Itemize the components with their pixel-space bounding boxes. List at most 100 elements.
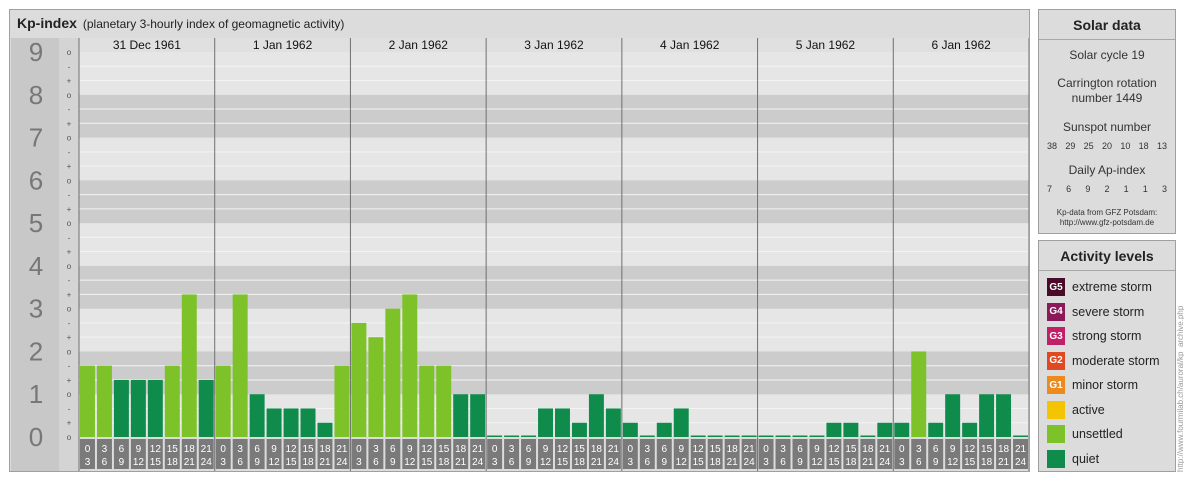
kp-bar: [419, 365, 435, 437]
interval-end-label: 9: [661, 457, 667, 468]
kp-bar: [368, 337, 384, 437]
kp-bar: [588, 394, 604, 437]
y-minor-label: o: [67, 91, 72, 100]
kp-bar: [453, 394, 469, 437]
kp-bar: [843, 422, 859, 437]
interval-end-label: 21: [319, 457, 331, 468]
interval-start-label: 12: [285, 444, 297, 455]
y-minor-label: -: [68, 191, 71, 200]
solar-data-title: Solar data: [1073, 17, 1141, 33]
interval-start-label: 0: [220, 444, 226, 455]
kp-bar: [928, 422, 944, 437]
kp-bar: [639, 435, 655, 437]
interval-start-label: 3: [916, 444, 922, 455]
y-minor-label: o: [67, 433, 72, 442]
kp-bar: [232, 294, 248, 437]
interval-start-label: 21: [744, 444, 756, 455]
interval-end-label: 18: [981, 457, 993, 468]
kp-bar: [792, 435, 808, 437]
interval-end-label: 12: [269, 457, 281, 468]
kp-bar: [181, 294, 197, 437]
divider: [1039, 270, 1175, 271]
interval-end-label: 15: [285, 457, 297, 468]
activity-levels-panel: Activity levels G5 extreme storm G4 severe …: [1038, 240, 1176, 472]
interval-end-label: 18: [438, 457, 450, 468]
kp-bar: [656, 422, 672, 437]
kp-bar: [487, 435, 503, 437]
kp-bar: [707, 435, 723, 437]
kp-bar: [317, 422, 333, 437]
interval-start-label: 18: [998, 444, 1010, 455]
interval-end-label: 24: [1015, 457, 1027, 468]
credit-link[interactable]: http://www.gfz-potsdam.de: [1039, 218, 1175, 228]
interval-start-label: 15: [845, 444, 857, 455]
interval-start-label: 0: [763, 444, 769, 455]
interval-start-label: 0: [899, 444, 905, 455]
y-minor-label: -: [68, 233, 71, 242]
y-tick-label: 2: [29, 336, 43, 366]
sunspot-value: 18: [1138, 141, 1149, 151]
interval-start-label: 18: [727, 444, 739, 455]
y-minor-label: -: [68, 319, 71, 328]
interval-end-label: 18: [302, 457, 314, 468]
day-label: 4 Jan 1962: [660, 38, 720, 52]
kp-band: [79, 52, 1029, 95]
kp-bar: [334, 365, 350, 437]
interval-start-label: 0: [628, 444, 634, 455]
legend-item-severe-storm: G4 severe storm: [1039, 300, 1175, 325]
interval-start-label: 21: [472, 444, 484, 455]
interval-start-label: 6: [797, 444, 803, 455]
interval-end-label: 21: [184, 457, 196, 468]
kp-bar: [911, 351, 927, 437]
y-minor-label: o: [67, 219, 72, 228]
ap-value: 7: [1047, 184, 1053, 194]
y-minor-label: o: [67, 48, 72, 57]
kp-bar: [351, 322, 367, 437]
interval-start-label: 3: [780, 444, 786, 455]
legend-swatch: G5: [1047, 278, 1065, 297]
interval-end-label: 15: [828, 457, 840, 468]
legend-swatch: G4: [1047, 302, 1065, 321]
y-minor-label: +: [67, 419, 72, 428]
legend-swatch: G2: [1047, 351, 1065, 370]
kp-bar: [877, 422, 893, 437]
interval-end-label: 12: [133, 457, 145, 468]
kp-bar: [826, 422, 842, 437]
interval-start-label: 6: [119, 444, 125, 455]
legend-swatch: G3: [1047, 327, 1065, 346]
divider: [1039, 39, 1175, 40]
interval-start-label: 9: [950, 444, 956, 455]
y-minor-label: +: [67, 376, 72, 385]
kp-bar: [673, 408, 689, 437]
interval-start-label: 12: [693, 444, 705, 455]
interval-end-label: 21: [862, 457, 874, 468]
interval-end-label: 24: [879, 457, 891, 468]
solar-data-panel: Solar data Solar cycle 19 Carrington rot…: [1038, 9, 1176, 234]
interval-end-label: 12: [404, 457, 416, 468]
interval-start-label: 3: [373, 444, 379, 455]
interval-end-label: 15: [421, 457, 433, 468]
sunspot-value: 29: [1065, 141, 1076, 151]
y-tick-label: 6: [29, 165, 43, 195]
kp-bar: [521, 435, 537, 437]
kp-bar: [996, 394, 1012, 437]
interval-end-label: 3: [85, 457, 91, 468]
interval-end-label: 24: [608, 457, 620, 468]
interval-start-label: 18: [862, 444, 874, 455]
source-watermark: http://www.fourmilab.ch/auroral/kp_archi…: [1176, 305, 1184, 472]
y-minor-label: -: [68, 276, 71, 285]
legend-swatch: [1047, 449, 1065, 468]
interval-end-label: 15: [557, 457, 569, 468]
interval-end-label: 9: [526, 457, 532, 468]
interval-start-label: 18: [184, 444, 196, 455]
kp-bar: [962, 422, 978, 437]
sunspot-value: 38: [1047, 141, 1058, 151]
interval-end-label: 21: [998, 457, 1010, 468]
interval-end-label: 9: [254, 457, 260, 468]
interval-start-label: 12: [150, 444, 162, 455]
kp-bar: [690, 435, 706, 437]
kp-bar: [724, 435, 740, 437]
y-minor-label: +: [67, 119, 72, 128]
kp-bar: [249, 394, 265, 437]
kp-bar: [741, 435, 757, 437]
